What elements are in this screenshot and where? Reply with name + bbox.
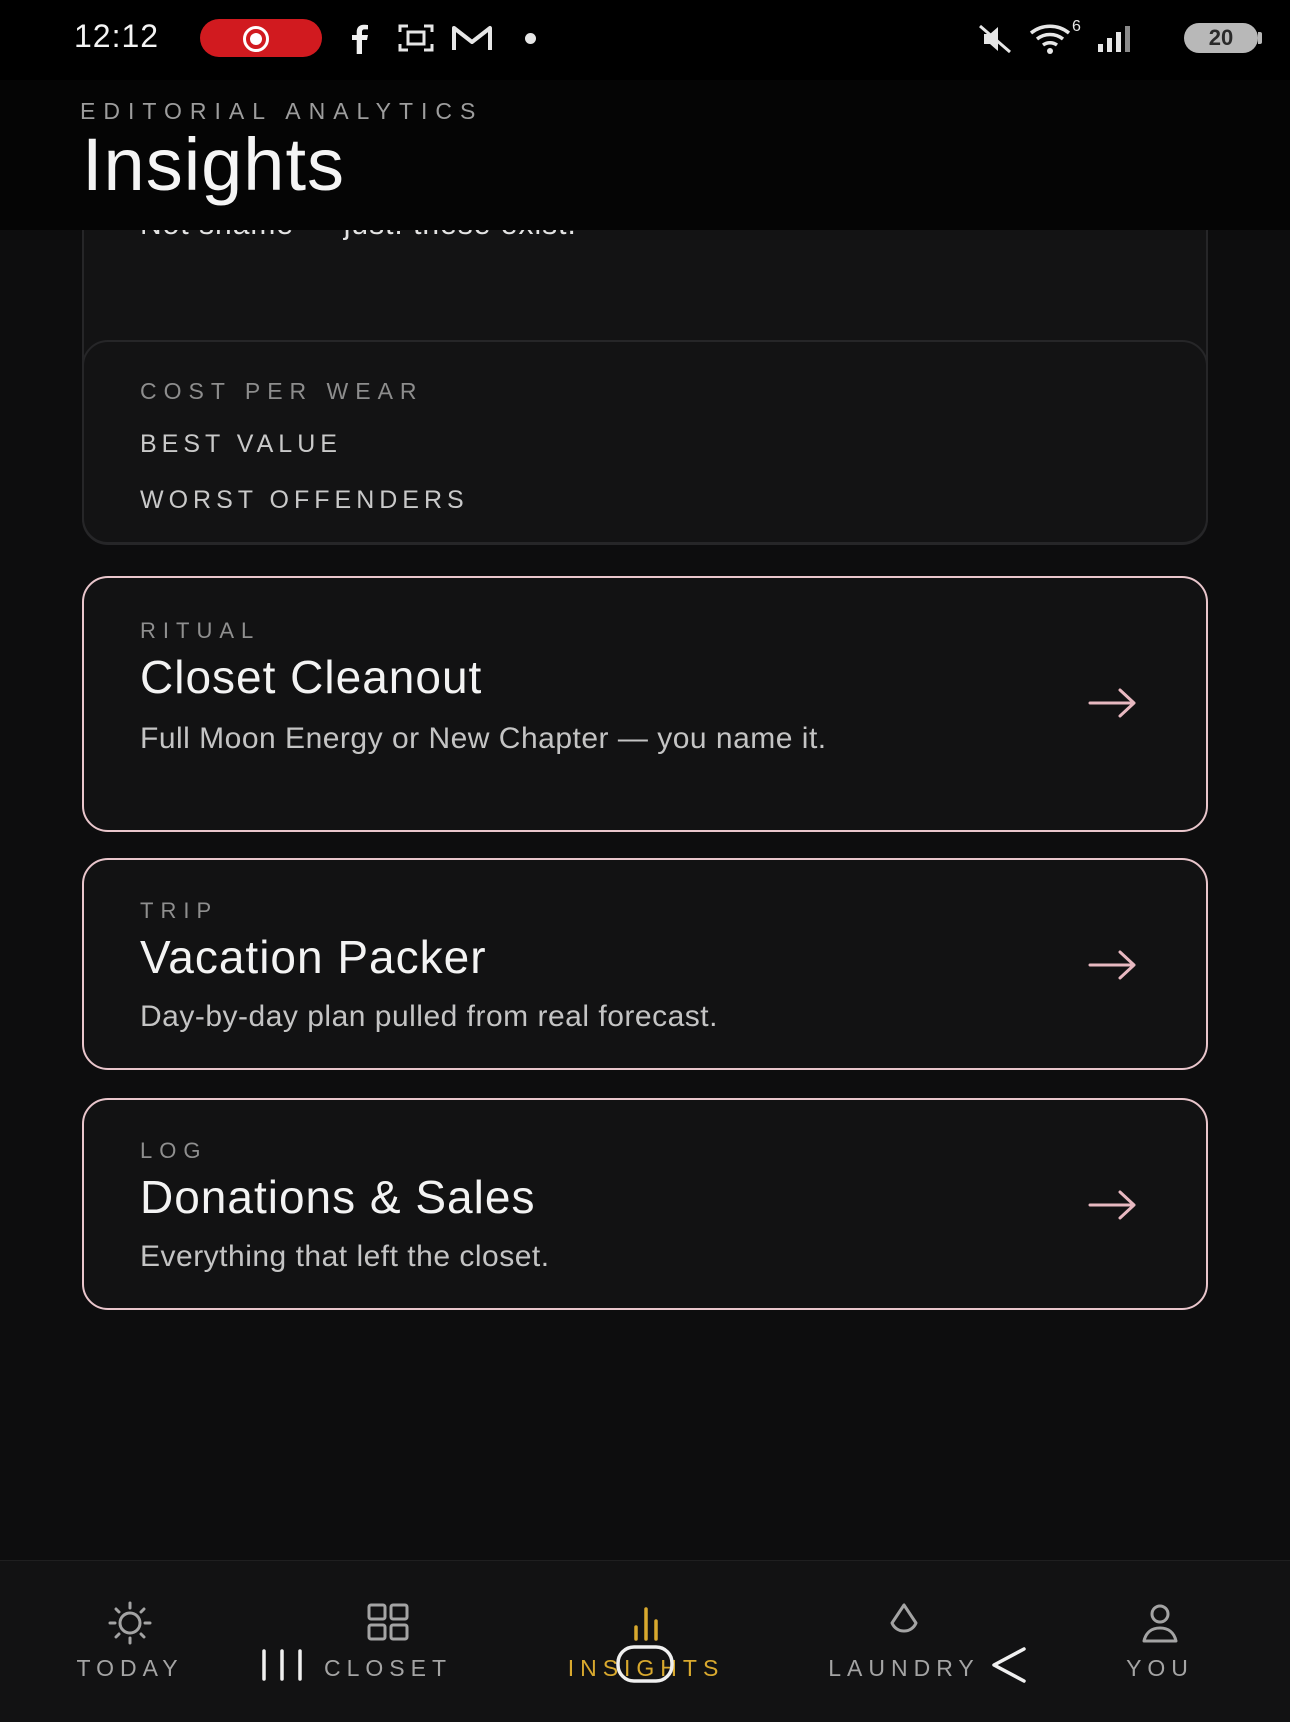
card-kicker: RITUAL [140,618,261,643]
donations-sales-card[interactable]: LOG Donations & Sales Everything that le… [82,1098,1208,1310]
status-bar: 12:12 6 20 [0,0,1290,80]
card-description: Everything that left the closet. [140,1240,550,1273]
home-icon[interactable] [614,1643,676,1685]
facebook-icon [352,24,368,54]
grid-icon [367,1603,409,1641]
wifi-badge: 6 [1072,18,1081,35]
arrow-right-icon [1088,1190,1136,1220]
arrow-right-icon [1088,950,1136,980]
nav-tab-you[interactable]: YOU [1040,1601,1280,1691]
record-dot [250,33,262,45]
card-title: Donations & Sales [140,1171,536,1223]
bottom-nav: TODAY CLOSET INSIGHTS LAUNDRY YOU [0,1560,1290,1722]
drop-icon [890,1603,918,1633]
insights-scroll-area[interactable]: Not shame — just: these exist. COST PER … [0,230,1290,1560]
nav-label-you: YOU [1126,1655,1194,1681]
wifi-icon [1029,24,1071,54]
card-title: Vacation Packer [140,931,487,983]
status-time: 12:12 [74,18,160,54]
app-header: EDITORIAL ANALYTICS Insights [0,80,1290,230]
cost-per-wear-card: COST PER WEAR BEST VALUE WORST OFFENDERS [82,340,1208,544]
unused-items-note: Not shame — just: these exist. [140,230,577,242]
recent-apps-icon[interactable] [258,1647,314,1683]
card-kicker: TRIP [140,898,219,923]
best-value-label[interactable]: BEST VALUE [140,430,342,459]
cost-per-wear-heading: COST PER WEAR [140,378,424,404]
sun-icon [108,1601,152,1645]
back-icon[interactable] [988,1645,1032,1685]
person-icon [1142,1604,1178,1643]
gmail-icon [452,26,492,50]
bar-chart-icon [634,1607,658,1641]
card-title: Closet Cleanout [140,651,483,703]
battery-cap [1258,32,1262,44]
nav-label-today: TODAY [76,1655,184,1681]
screenshot-icon [398,24,434,52]
worst-offenders-label[interactable]: WORST OFFENDERS [140,486,469,515]
header-eyebrow: EDITORIAL ANALYTICS [80,98,484,124]
signal-icon [1098,26,1130,52]
page-title: Insights [82,123,346,206]
screen-record-icon[interactable] [200,19,322,57]
closet-cleanout-card[interactable]: RITUAL Closet Cleanout Full Moon Energy … [82,576,1208,832]
notification-dot [525,33,536,44]
vacation-packer-card[interactable]: TRIP Vacation Packer Day-by-day plan pul… [82,858,1208,1070]
arrow-right-icon [1088,688,1136,718]
mute-icon [979,24,1011,54]
card-description: Full Moon Energy or New Chapter — you na… [140,722,827,755]
card-kicker: LOG [140,1138,208,1163]
nav-tab-today[interactable]: TODAY [10,1601,250,1691]
card-description: Day-by-day plan pulled from real forecas… [140,1000,718,1033]
battery-icon: 20 [1184,23,1258,53]
